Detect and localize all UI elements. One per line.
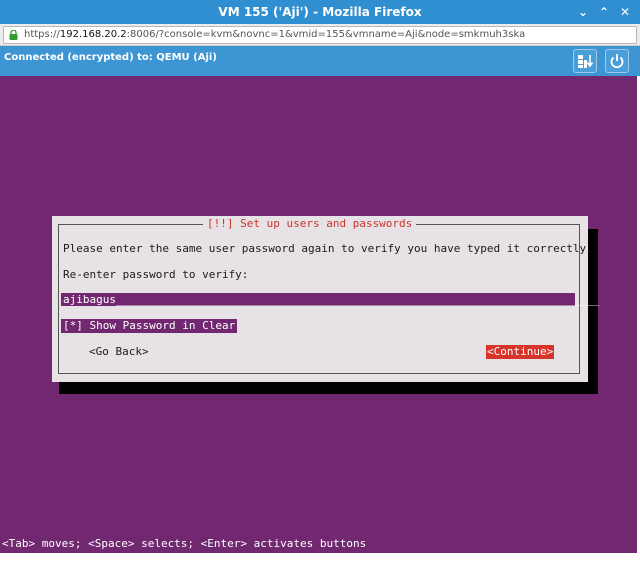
url-input[interactable]: https://192.168.20.2:8006/?console=kvm&n… bbox=[3, 26, 637, 44]
keyboard-keys-icon bbox=[578, 55, 594, 68]
connection-status: Connected (encrypted) to: QEMU (Aji) bbox=[4, 52, 217, 63]
power-icon bbox=[610, 54, 624, 69]
password-label: Re-enter password to verify: bbox=[63, 268, 249, 281]
send-keys-button[interactable] bbox=[573, 49, 597, 73]
novnc-toolbar: Connected (encrypted) to: QEMU (Aji) bbox=[0, 46, 640, 76]
show-password-checkbox[interactable]: [*] Show Password in Clear bbox=[61, 319, 238, 333]
url-bar: https://192.168.20.2:8006/?console=kvm&n… bbox=[0, 24, 640, 46]
window-titlebar: VM 155 ('Aji') - Mozilla Firefox ⌄ ⌃ ✕ bbox=[0, 0, 640, 24]
password-input[interactable]: ajibagus________________________________… bbox=[61, 293, 599, 306]
url-rest: :8006/?console=kvm&novnc=1&vmid=155&vmna… bbox=[126, 29, 526, 40]
minimize-button[interactable]: ⌄ bbox=[575, 4, 591, 20]
go-back-button[interactable]: <Go Back> bbox=[89, 345, 149, 359]
maximize-button[interactable]: ⌃ bbox=[596, 4, 612, 20]
url-host: 192.168.20.2 bbox=[59, 29, 127, 40]
continue-button[interactable]: <Continue> bbox=[486, 345, 555, 359]
power-button[interactable] bbox=[605, 49, 629, 73]
dialog-title: [!!] Set up users and passwords bbox=[203, 217, 417, 231]
dialog-prompt: Please enter the same user password agai… bbox=[63, 242, 593, 255]
installer-dialog: [!!] Set up users and passwords Please e… bbox=[52, 216, 599, 382]
lock-icon bbox=[9, 30, 18, 40]
vnc-console[interactable]: [!!] Set up users and passwords Please e… bbox=[0, 76, 637, 553]
close-button[interactable]: ✕ bbox=[617, 4, 633, 20]
window-title: VM 155 ('Aji') - Mozilla Firefox bbox=[218, 5, 422, 19]
keyboard-help-line: <Tab> moves; <Space> selects; <Enter> ac… bbox=[2, 537, 367, 550]
horizontal-scrollbar[interactable] bbox=[0, 553, 640, 561]
url-scheme: https:// bbox=[24, 29, 60, 40]
url-text: https://192.168.20.2:8006/?console=kvm&n… bbox=[24, 27, 525, 43]
